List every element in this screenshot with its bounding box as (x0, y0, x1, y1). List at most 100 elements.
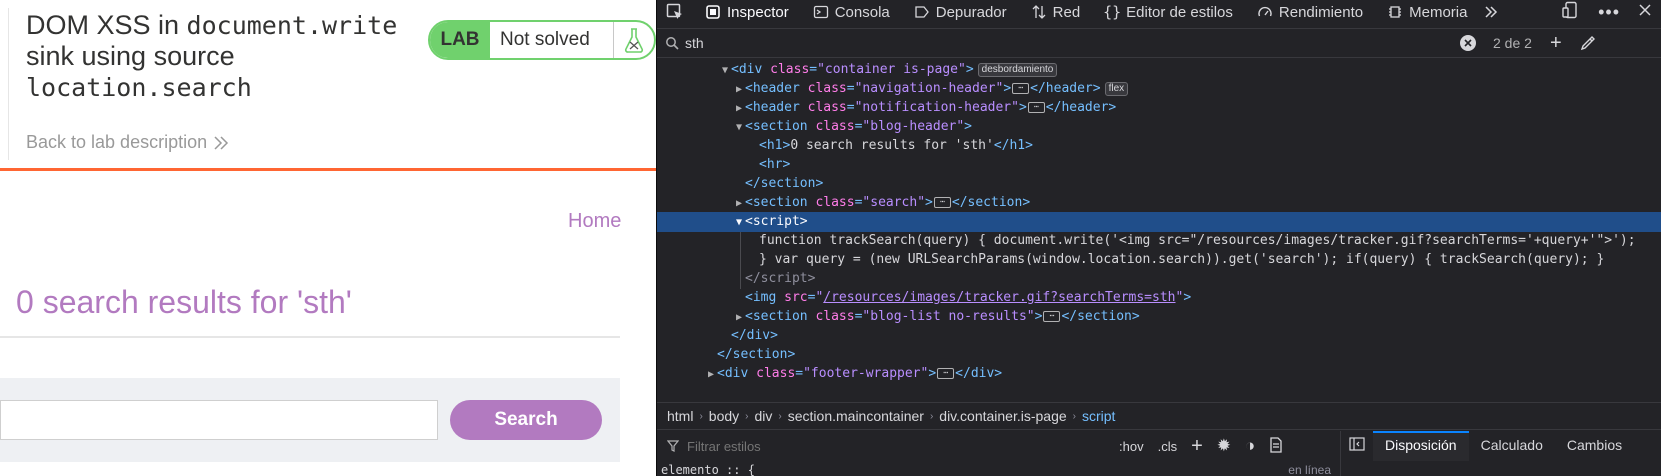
tab-changes[interactable]: Cambios (1555, 431, 1634, 461)
breadcrumb-item[interactable]: section.maincontainer (782, 408, 930, 424)
flex-badge[interactable]: flex (1104, 81, 1129, 96)
sidebar-tabs: Disposición Calculado Cambios (1341, 431, 1661, 461)
markup-node-div-close[interactable]: </div> (657, 326, 1661, 346)
memory-icon (1387, 4, 1403, 20)
tab-label: Red (1052, 3, 1081, 21)
lab-page: DOM XSS in document.write sink using sou… (0, 0, 656, 476)
rule-source: en línea (1288, 463, 1331, 476)
indent-guide (740, 232, 741, 289)
header-separator (0, 168, 656, 171)
markup-tree: ▼ <div class="container is-page"> desborda… (657, 60, 1661, 400)
tab-computed[interactable]: Calculado (1469, 431, 1555, 461)
title-text: sink using source (26, 41, 235, 71)
breadcrumb-item-active[interactable]: script (1076, 408, 1121, 424)
tab-label: Inspector (727, 3, 789, 21)
element-picker-icon[interactable] (657, 0, 693, 24)
overflow-badge[interactable]: desbordamiento (977, 62, 1058, 77)
markup-node-script-selected[interactable]: ▼ <script> (657, 212, 1661, 232)
markup-node-search-section[interactable]: ▶ <section class="search"> ⋯ </section> (657, 193, 1661, 213)
rules-panel: :hov .cls + ✹ ◑ elemento :: { en línea D… (657, 431, 1661, 476)
script-text: } var query = (new URLSearchParams(windo… (759, 252, 1605, 267)
breadcrumb-item[interactable]: body (703, 408, 745, 424)
dark-mode-icon[interactable]: ◑ (1245, 436, 1255, 456)
script-source-line-2[interactable]: } var query = (new URLSearchParams(windo… (657, 250, 1661, 270)
clear-search-icon[interactable] (1459, 34, 1477, 52)
flask-icon (614, 22, 654, 58)
add-node-icon[interactable]: + (1550, 32, 1562, 55)
tab-inspector[interactable]: Inspector (693, 0, 801, 24)
breadcrumb-item[interactable]: div.container.is-page (933, 408, 1072, 424)
toolbar-right-actions: ••• (1562, 0, 1661, 24)
devtools-toolbar: Inspector Consola Depurador Red {} Edito… (657, 0, 1661, 24)
tab-console[interactable]: Consola (801, 0, 902, 24)
back-link-label: Back to lab description (26, 132, 208, 152)
markup-node-section-close[interactable]: </section> (657, 345, 1661, 365)
tab-label: Depurador (935, 3, 1007, 21)
filter-styles-input[interactable] (685, 437, 1105, 455)
script-source-line-1[interactable]: function trackSearch(query) { document.w… (657, 231, 1661, 251)
img-src-link[interactable]: /resources/images/tracker.gif?searchTerm… (823, 290, 1175, 305)
breadcrumb-item[interactable]: html (661, 408, 699, 424)
search-button[interactable]: Search (450, 400, 602, 440)
close-icon[interactable] (1638, 3, 1652, 21)
inspector-icon (705, 4, 721, 20)
breadcrumb: html › body › div › section.maincontainer › … (657, 402, 1661, 430)
markup-node-blog-header[interactable]: ▼ <section class="blog-header"> (657, 117, 1661, 137)
title-code-source: location.search (26, 73, 252, 102)
markup-node-h1[interactable]: <h1>0 search results for 'sth'</h1> (657, 136, 1661, 156)
lab-status-badge: LAB Not solved (428, 20, 656, 60)
markup-search-input[interactable] (679, 34, 1459, 52)
rule-selector: elemento :: { (661, 463, 755, 476)
tab-memory[interactable]: Memoria (1375, 0, 1479, 24)
title-code-sink: document.write (186, 11, 398, 40)
eyedropper-icon[interactable] (1580, 35, 1596, 51)
tab-performance[interactable]: Rendimiento (1245, 0, 1375, 24)
debugger-icon (914, 4, 930, 20)
collapsed-ellipsis[interactable]: ⋯ (1027, 102, 1045, 113)
tab-style-editor[interactable]: {} Editor de estilos (1092, 0, 1245, 24)
markup-node-script-close[interactable]: </script> (657, 269, 1661, 289)
markup-node-container[interactable]: ▼ <div class="container is-page"> desborda… (657, 60, 1661, 80)
light-mode-icon[interactable]: ✹ (1217, 436, 1231, 456)
search-results-heading: 0 search results for 'sth' (16, 284, 352, 320)
markup-node-footer-wrapper[interactable]: ▶ <div class="footer-wrapper"> ⋯ </div> (657, 364, 1661, 384)
double-chevron-right-icon (214, 135, 229, 150)
results-divider (0, 336, 620, 338)
rule-preview: elemento :: { en línea (661, 463, 1341, 476)
tab-layout[interactable]: Disposición (1373, 431, 1469, 461)
markup-node-notification-header[interactable]: ▶ <header class="notification-header"> ⋯ </… (657, 98, 1661, 118)
print-media-icon[interactable] (1269, 436, 1283, 456)
collapsed-ellipsis[interactable]: ⋯ (1012, 83, 1030, 94)
collapsed-ellipsis[interactable]: ⋯ (933, 197, 951, 208)
back-to-lab-description-link[interactable]: Back to lab description (26, 132, 229, 153)
console-icon (813, 4, 829, 20)
styles-filter-area: :hov .cls + ✹ ◑ elemento :: { en línea (657, 431, 1341, 476)
markup-node-section-close[interactable]: </section> (657, 174, 1661, 194)
search-match-count: 2 de 2 (1493, 35, 1532, 51)
title-text: DOM XSS in (26, 10, 187, 40)
tab-label: Rendimiento (1278, 3, 1364, 21)
markup-node-img[interactable]: <img src="/resources/images/tracker.gif?… (657, 288, 1661, 308)
markup-node-hr[interactable]: <hr> (657, 155, 1661, 175)
add-rule-icon[interactable]: + (1191, 435, 1203, 458)
performance-icon (1257, 4, 1273, 20)
search-input[interactable] (0, 400, 438, 440)
tab-debugger[interactable]: Depurador (902, 0, 1019, 24)
collapsed-ellipsis[interactable]: ⋯ (937, 368, 955, 379)
lab-status-text: Not solved (490, 22, 614, 58)
breadcrumb-item[interactable]: div (749, 408, 779, 424)
more-options-icon[interactable]: ••• (1598, 2, 1620, 23)
markup-node-blog-list[interactable]: ▶ <section class="blog-list no-results"> ⋯… (657, 307, 1661, 327)
collapsed-ellipsis[interactable]: ⋯ (1043, 311, 1061, 322)
hover-state-toggle[interactable]: :hov (1119, 439, 1144, 454)
responsive-design-icon[interactable] (1562, 1, 1580, 23)
class-toggle[interactable]: .cls (1158, 439, 1178, 454)
home-link[interactable]: Home (568, 210, 621, 233)
markup-node-navigation-header[interactable]: ▶ <header class="navigation-header"> ⋯ </he… (657, 79, 1661, 99)
more-tools-chevron-icon[interactable] (1479, 0, 1503, 24)
tab-network[interactable]: Red (1019, 0, 1093, 24)
network-icon (1031, 4, 1047, 20)
markup-search-bar: 2 de 2 + (657, 28, 1661, 58)
header-divider (8, 8, 9, 160)
toggle-sidebar-icon[interactable] (1341, 431, 1373, 461)
